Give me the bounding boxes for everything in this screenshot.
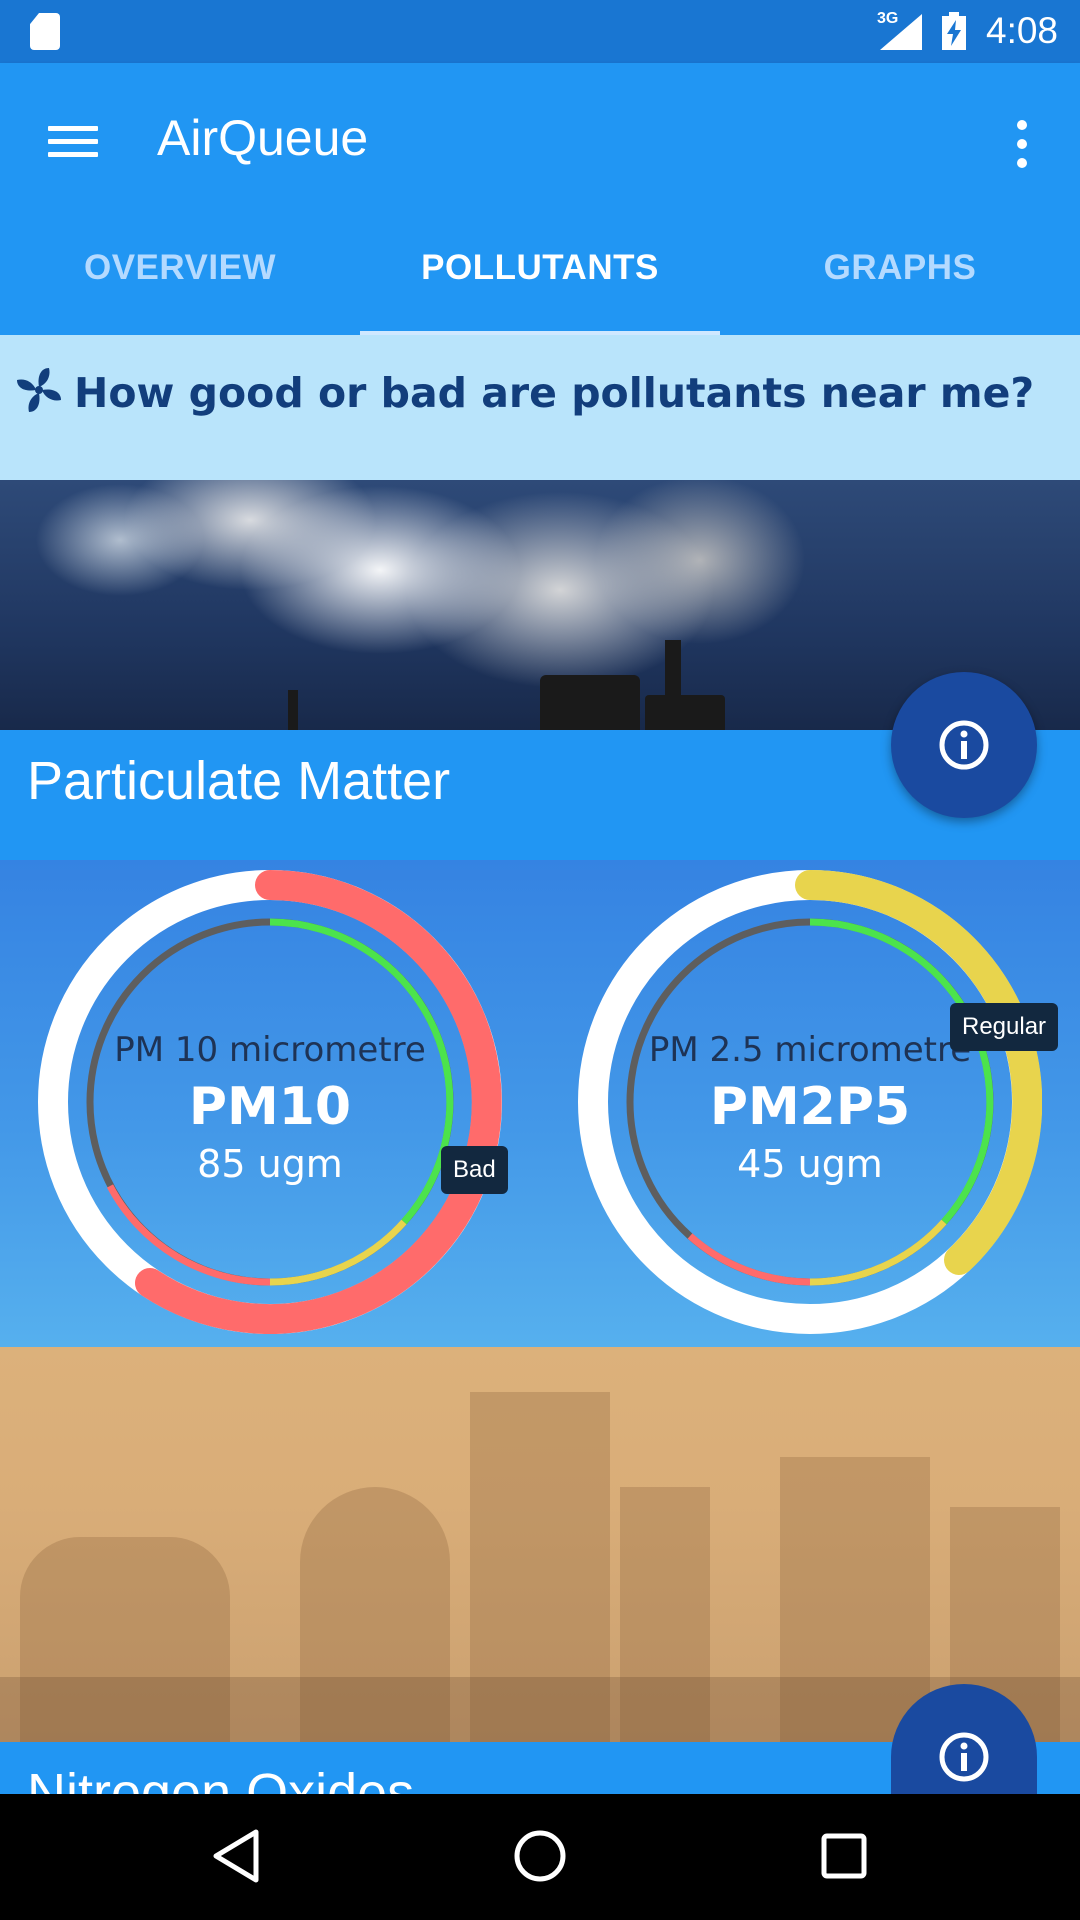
gauge-value: 85 ugm <box>197 1142 343 1186</box>
gauge-code: PM2P5 <box>709 1077 911 1137</box>
gauge-pm2p5: PM 2.5 micrometre PM2P5 45 ugm Regular <box>578 870 1059 1334</box>
gauges-panel: PM 10 micrometre PM10 85 ugm Bad PM 2.5 … <box>0 860 1080 1347</box>
info-button-particulate[interactable] <box>891 672 1037 818</box>
navigation-bar <box>0 1794 1080 1920</box>
tab-graphs[interactable]: GRAPHS <box>720 248 1080 288</box>
home-icon[interactable] <box>510 1826 570 1886</box>
gauge-pm10: PM 10 micrometre PM10 85 ugm Bad <box>38 870 508 1334</box>
section-title: Nitrogen Oxides <box>27 1763 415 1794</box>
status-bar: 3G 4:08 <box>0 0 1080 63</box>
gauge-subtitle: PM 10 micrometre <box>114 1030 426 1070</box>
recents-icon[interactable] <box>814 1826 874 1886</box>
gauge-value: 45 ugm <box>737 1142 883 1186</box>
back-icon[interactable] <box>206 1826 266 1886</box>
sd-card-icon <box>30 13 60 50</box>
section-title: Particulate Matter <box>27 751 451 811</box>
menu-icon[interactable] <box>48 118 98 168</box>
app-title: AirQueue <box>157 110 369 166</box>
clock: 4:08 <box>986 10 1059 51</box>
question-banner: How good or bad are pollutants near me? <box>0 335 1080 480</box>
gauge-code: PM10 <box>188 1077 352 1137</box>
status-badge: Bad <box>441 1146 508 1194</box>
status-badge: Regular <box>950 1003 1059 1051</box>
smog-city-image <box>0 1347 1080 1742</box>
battery-charging-icon <box>942 12 966 50</box>
app-bar: AirQueue OVERVIEW POLLUTANTS GRAPHS <box>0 63 1080 336</box>
info-icon <box>939 1732 989 1782</box>
info-icon <box>939 720 989 770</box>
fan-icon <box>17 368 61 412</box>
question-text: How good or bad are pollutants near me? <box>74 369 1035 417</box>
more-vert-icon[interactable] <box>1012 115 1032 175</box>
tab-pollutants[interactable]: POLLUTANTS <box>360 248 720 288</box>
tab-overview[interactable]: OVERVIEW <box>0 248 360 288</box>
signal-icon <box>880 14 922 50</box>
